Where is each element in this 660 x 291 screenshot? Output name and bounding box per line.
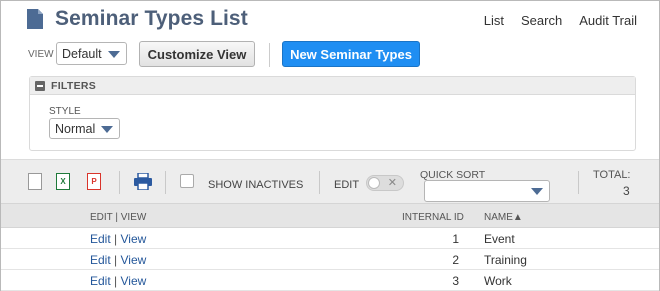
show-inactives-label: SHOW INACTIVES [208,179,304,191]
chevron-down-icon [531,188,543,195]
audit-trail-link[interactable]: Audit Trail [579,13,637,28]
toggle-knob [368,177,380,189]
internal-id-cell: 1 [452,232,459,246]
edit-label: EDIT [334,179,360,191]
chevron-down-icon [101,125,113,133]
divider [119,171,120,194]
page-title: Seminar Types List [55,7,248,30]
edit-link[interactable]: Edit [90,232,111,246]
view-label: VIEW [28,49,54,60]
style-label: STYLE [49,106,81,117]
new-seminar-types-button[interactable]: New Seminar Types [282,41,420,67]
view-link[interactable]: View [120,253,146,267]
name-cell: Work [484,274,512,288]
style-select[interactable]: Normal [49,118,120,139]
collapse-icon[interactable] [35,80,45,91]
link-separator: | [110,232,121,246]
edit-view-links: Edit | View [90,274,146,288]
total-label: TOTAL: [593,169,631,181]
column-header-name[interactable]: NAME▲ [484,212,523,223]
search-link[interactable]: Search [521,13,562,28]
list-link[interactable]: List [484,13,504,28]
edit-view-links: Edit | View [90,253,146,267]
list-toolbar: X P SHOW INACTIVES EDIT ✕ QUICK SORT TOT… [1,159,659,203]
name-cell: Training [484,253,527,267]
table-row: Edit | View 3 Work [1,270,659,291]
show-inactives-checkbox[interactable] [180,174,194,188]
edit-view-links: Edit | View [90,232,146,246]
customize-view-button[interactable]: Customize View [139,41,255,67]
top-links: List Search Audit Trail [484,13,637,28]
view-select[interactable]: Default [56,42,127,65]
document-icon[interactable] [28,173,42,190]
name-cell: Event [484,232,515,246]
column-header-edit-view: EDIT | VIEW [90,212,147,223]
internal-id-cell: 2 [452,253,459,267]
view-link[interactable]: View [120,232,146,246]
results-table: EDIT | VIEW INTERNAL ID NAME▲ Edit | Vie… [1,203,659,291]
internal-id-cell: 3 [452,274,459,288]
edit-link[interactable]: Edit [90,274,111,288]
excel-icon[interactable]: X [56,173,70,190]
style-select-value: Normal [55,121,96,136]
link-separator: | [110,274,121,288]
filters-title: FILTERS [51,79,97,92]
close-icon: ✕ [387,177,397,189]
divider [269,43,270,67]
pdf-icon[interactable]: P [87,173,101,190]
divider [319,171,320,194]
table-row: Edit | View 2 Training [1,249,659,270]
divider [578,171,579,194]
filters-header[interactable]: FILTERS [30,77,635,95]
link-separator: | [110,253,121,267]
quick-sort-select[interactable] [424,180,550,202]
table-row: Edit | View 1 Event [1,228,659,249]
total-count: 3 [623,184,630,198]
document-page-icon [27,9,43,29]
filters-panel: FILTERS STYLE Normal [29,76,636,151]
view-link[interactable]: View [120,274,146,288]
table-header: EDIT | VIEW INTERNAL ID NAME▲ [1,203,659,228]
print-icon[interactable] [134,173,152,190]
chevron-down-icon [108,50,120,58]
column-header-internal-id[interactable]: INTERNAL ID [402,212,464,223]
divider [165,171,166,194]
edit-link[interactable]: Edit [90,253,111,267]
view-select-value: Default [62,46,102,61]
edit-toggle[interactable]: ✕ [366,175,404,191]
